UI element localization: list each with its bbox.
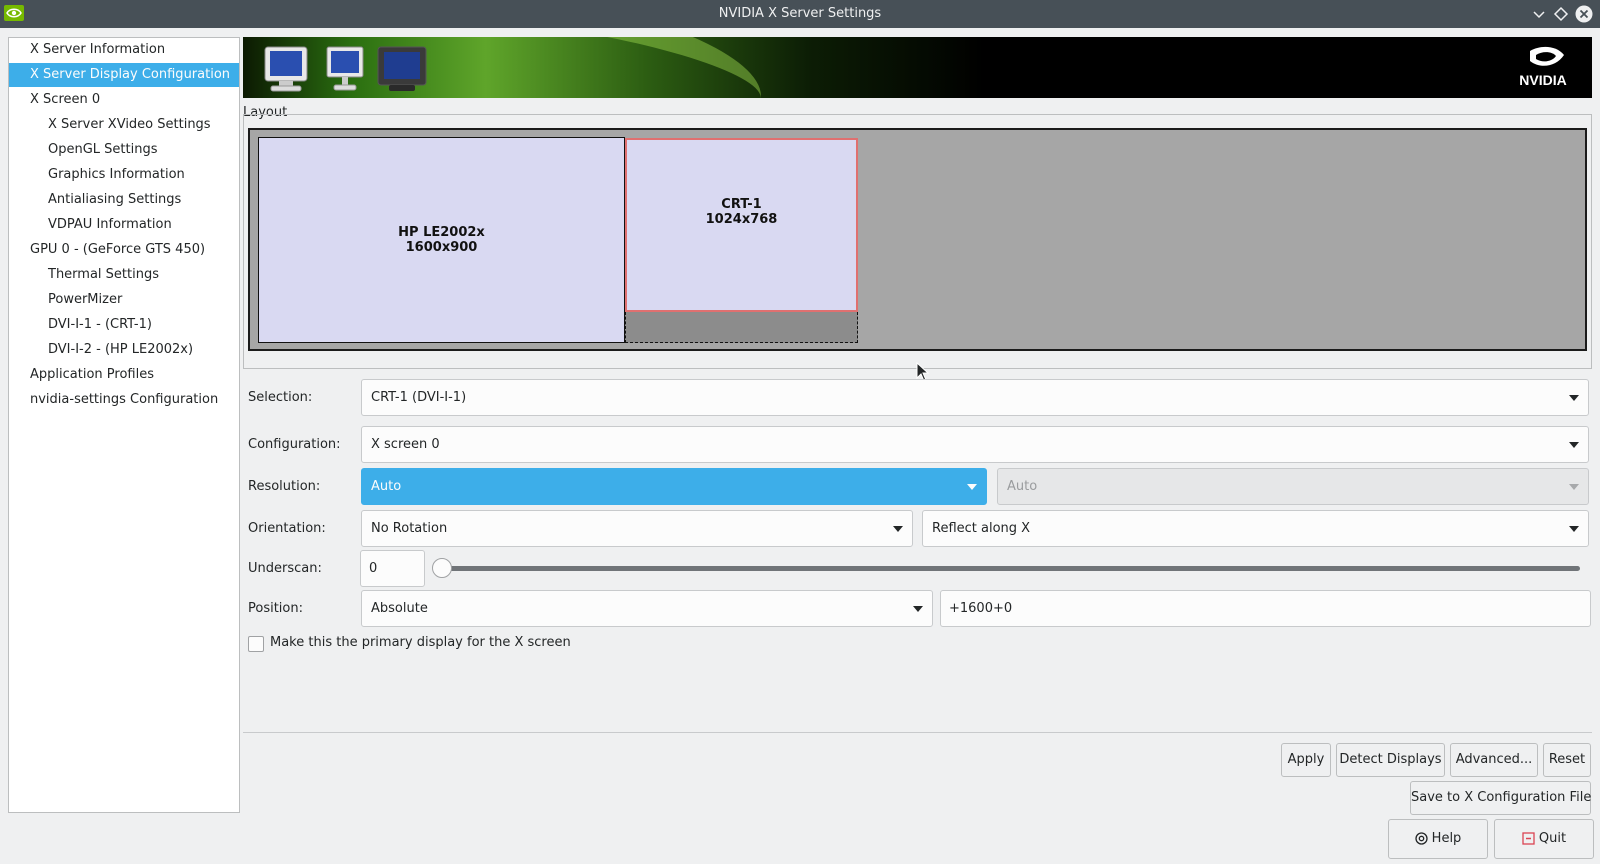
- sidebar-item-dvi-i-1[interactable]: DVI-I-1 - (CRT-1): [9, 313, 239, 337]
- keep-above-icon[interactable]: [1552, 5, 1570, 23]
- resolution-value: Auto: [371, 479, 402, 494]
- display-hp-le2002x[interactable]: HP LE2002x 1600x900: [258, 137, 625, 343]
- chevron-down-icon: [1569, 395, 1579, 401]
- sidebar-item-label: VDPAU Information: [48, 217, 172, 232]
- resolution-label: Resolution:: [248, 479, 321, 494]
- display-crt-panning-area: [625, 312, 858, 343]
- nvidia-banner: NVIDIA: [243, 37, 1592, 98]
- sidebar-item-label: Antialiasing Settings: [48, 192, 182, 207]
- sidebar-item-xvideo-settings[interactable]: X Server XVideo Settings: [9, 113, 239, 137]
- lcd-monitor-icon: [326, 46, 364, 91]
- display-crt-1[interactable]: CRT-1 1024x768: [625, 138, 858, 312]
- sidebar-item-label: X Screen 0: [30, 92, 101, 107]
- close-icon[interactable]: [1575, 5, 1593, 23]
- quit-button[interactable]: Quit: [1494, 819, 1594, 859]
- position-type-combo[interactable]: Absolute: [361, 590, 933, 627]
- display-mode: 1600x900: [405, 240, 478, 255]
- quit-label: Quit: [1538, 831, 1567, 846]
- chevron-down-icon: [913, 606, 923, 612]
- save-config-button[interactable]: Save to X Configuration File: [1410, 781, 1591, 815]
- selection-combo[interactable]: CRT-1 (DVI-I-1): [361, 379, 1589, 416]
- help-label: Help: [1431, 831, 1462, 846]
- display-name: HP LE2002x: [398, 225, 485, 240]
- sidebar-item-dvi-i-2[interactable]: DVI-I-2 - (HP LE2002x): [9, 338, 239, 362]
- refresh-rate-combo: Auto: [997, 468, 1589, 505]
- minimize-icon[interactable]: [1530, 5, 1548, 23]
- dark-monitor-icon: [377, 46, 427, 91]
- sidebar-item-opengl-settings[interactable]: OpenGL Settings: [9, 138, 239, 162]
- position-label: Position:: [248, 601, 303, 616]
- banner-swoosh: [295, 37, 771, 98]
- orientation-label: Orientation:: [248, 521, 326, 536]
- reset-button[interactable]: Reset: [1543, 743, 1591, 777]
- sidebar-item-label: nvidia-settings Configuration: [30, 392, 219, 407]
- reflection-value: Reflect along X: [932, 521, 1031, 536]
- divider: [243, 732, 1592, 733]
- primary-display-label[interactable]: Make this the primary display for the X …: [270, 635, 571, 650]
- position-type-value: Absolute: [371, 601, 428, 616]
- reflection-combo[interactable]: Reflect along X: [922, 510, 1589, 547]
- sidebar-item-antialiasing-settings[interactable]: Antialiasing Settings: [9, 188, 239, 212]
- sidebar-item-label: Application Profiles: [30, 367, 154, 382]
- sidebar-item-graphics-information[interactable]: Graphics Information: [9, 163, 239, 187]
- sidebar-item-label: X Server Information: [30, 42, 166, 57]
- crt-monitor-icon: [264, 46, 308, 92]
- underscan-label: Underscan:: [248, 561, 322, 576]
- configuration-combo[interactable]: X screen 0: [361, 426, 1589, 463]
- sidebar-item-nvidia-settings-configuration[interactable]: nvidia-settings Configuration: [9, 388, 239, 412]
- sidebar-item-x-server-display-configuration[interactable]: X Server Display Configuration: [9, 63, 239, 87]
- sidebar-item-gpu-0[interactable]: GPU 0 - (GeForce GTS 450): [9, 238, 239, 262]
- rotation-combo[interactable]: No Rotation: [361, 510, 913, 547]
- display-mode: 1024x768: [705, 212, 778, 227]
- configuration-label: Configuration:: [248, 437, 341, 452]
- sidebar-item-label: X Server Display Configuration: [30, 67, 231, 82]
- sidebar-item-label: GPU 0 - (GeForce GTS 450): [30, 242, 206, 257]
- detect-displays-button[interactable]: Detect Displays: [1336, 743, 1445, 777]
- sidebar-item-label: DVI-I-2 - (HP LE2002x): [48, 342, 194, 357]
- sidebar-item-vdpau-information[interactable]: VDPAU Information: [9, 213, 239, 237]
- underscan-slider-track[interactable]: [440, 566, 1580, 571]
- chevron-down-icon: [967, 484, 977, 490]
- window-title: NVIDIA X Server Settings: [718, 6, 882, 21]
- apply-button[interactable]: Apply: [1281, 743, 1331, 777]
- chevron-down-icon: [1569, 442, 1579, 448]
- sidebar-item-label: X Server XVideo Settings: [48, 117, 211, 132]
- primary-display-checkbox[interactable]: [248, 636, 264, 652]
- sidebar-item-application-profiles[interactable]: Application Profiles: [9, 363, 239, 387]
- help-icon: [1415, 832, 1428, 845]
- sidebar-item-label: DVI-I-1 - (CRT-1): [48, 317, 152, 332]
- selection-label: Selection:: [248, 390, 313, 405]
- sidebar-item-x-screen-0[interactable]: X Screen 0: [9, 88, 239, 112]
- rotation-value: No Rotation: [371, 521, 448, 536]
- sidebar-item-powermizer[interactable]: PowerMizer: [9, 288, 239, 312]
- selection-value: CRT-1 (DVI-I-1): [371, 390, 467, 405]
- sidebar-item-x-server-information[interactable]: X Server Information: [9, 38, 239, 62]
- chevron-down-icon: [893, 526, 903, 532]
- advanced-button[interactable]: Advanced...: [1450, 743, 1538, 777]
- underscan-slider-handle[interactable]: [432, 558, 452, 578]
- configuration-value: X screen 0: [371, 437, 440, 452]
- title-bar: NVIDIA X Server Settings: [0, 0, 1600, 28]
- resolution-combo[interactable]: Auto: [361, 468, 987, 505]
- position-offset-input[interactable]: +1600+0: [940, 590, 1591, 627]
- sidebar-item-label: Graphics Information: [48, 167, 185, 182]
- display-name: CRT-1: [721, 197, 762, 212]
- sidebar-item-thermal-settings[interactable]: Thermal Settings: [9, 263, 239, 287]
- help-button[interactable]: Help: [1388, 819, 1488, 859]
- sidebar-item-label: Thermal Settings: [48, 267, 159, 282]
- refresh-rate-value: Auto: [1007, 479, 1038, 494]
- sidebar-tree[interactable]: X Server Information X Server Display Co…: [8, 37, 240, 813]
- svg-text:NVIDIA: NVIDIA: [1519, 72, 1566, 88]
- chevron-down-icon: [1569, 526, 1579, 532]
- nvidia-logo-icon: NVIDIA: [1519, 46, 1567, 88]
- chevron-down-icon: [1569, 484, 1579, 490]
- quit-icon: [1522, 832, 1535, 845]
- underscan-input[interactable]: 0: [360, 550, 425, 587]
- sidebar-item-label: PowerMizer: [48, 292, 123, 307]
- sidebar-item-label: OpenGL Settings: [48, 142, 158, 157]
